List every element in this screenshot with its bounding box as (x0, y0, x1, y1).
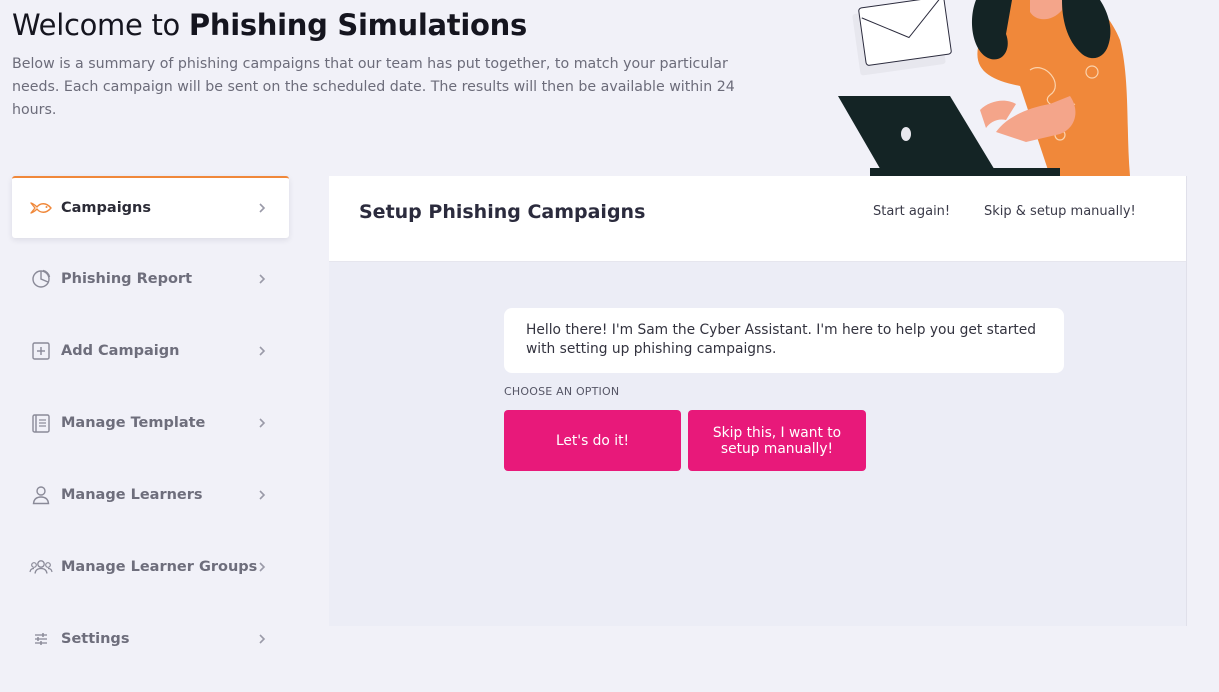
sliders-icon (29, 627, 53, 651)
sidebar-item-label: Manage Template (61, 415, 206, 431)
setup-panel: Setup Phishing Campaigns Start again! Sk… (329, 176, 1187, 626)
sidebar-item-label: Settings (61, 631, 130, 647)
sidebar-nav: Campaigns Phishing Report Add Campaign M… (12, 176, 289, 680)
sidebar-item-add-campaign[interactable]: Add Campaign (12, 320, 289, 382)
title-prefix: Welcome to (12, 8, 189, 42)
skip-manual-button[interactable]: Skip this, I want to setup manually! (688, 410, 866, 471)
fish-icon (29, 196, 53, 220)
sidebar-item-campaigns[interactable]: Campaigns (12, 176, 289, 238)
sidebar-item-phishing-report[interactable]: Phishing Report (12, 248, 289, 310)
envelope-illustration (852, 0, 952, 76)
users-icon (29, 555, 53, 579)
intro-text: Below is a summary of phishing campaigns… (12, 56, 735, 118)
chevron-right-icon (259, 490, 266, 500)
chevron-right-icon (259, 274, 266, 284)
hero-illustration (830, 0, 1150, 176)
page-title: Welcome to Phishing Simulations (12, 8, 527, 42)
title-bold: Phishing Simulations (188, 8, 527, 42)
template-icon (29, 411, 53, 435)
sidebar-item-label: Add Campaign (61, 343, 180, 359)
start-again-link[interactable]: Start again! (873, 204, 950, 219)
sidebar-item-manage-learners[interactable]: Manage Learners (12, 464, 289, 526)
chevron-right-icon (259, 346, 266, 356)
sidebar-item-label: Manage Learner Groups (61, 559, 258, 575)
user-icon (29, 483, 53, 507)
skip-setup-link[interactable]: Skip & setup manually! (984, 204, 1136, 219)
panel-title: Setup Phishing Campaigns (359, 201, 646, 223)
choose-option-label: CHOOSE AN OPTION (504, 385, 620, 398)
sidebar-item-manage-learner-groups[interactable]: Manage Learner Groups (12, 536, 289, 598)
sidebar-item-label: Manage Learners (61, 487, 203, 503)
lets-do-it-button[interactable]: Let's do it! (504, 410, 681, 471)
panel-header: Setup Phishing Campaigns Start again! Sk… (329, 176, 1186, 262)
chevron-right-icon (259, 562, 266, 572)
chevron-right-icon (259, 634, 266, 644)
sidebar-item-label: Phishing Report (61, 271, 193, 287)
assistant-message: Hello there! I'm Sam the Cyber Assistant… (504, 308, 1064, 373)
sidebar-item-manage-template[interactable]: Manage Template (12, 392, 289, 454)
chevron-right-icon (259, 203, 266, 213)
sidebar-item-settings[interactable]: Settings (12, 608, 289, 670)
sidebar-item-label: Campaigns (61, 200, 152, 216)
plus-square-icon (29, 339, 53, 363)
chevron-right-icon (259, 418, 266, 428)
pie-chart-icon (29, 267, 53, 291)
